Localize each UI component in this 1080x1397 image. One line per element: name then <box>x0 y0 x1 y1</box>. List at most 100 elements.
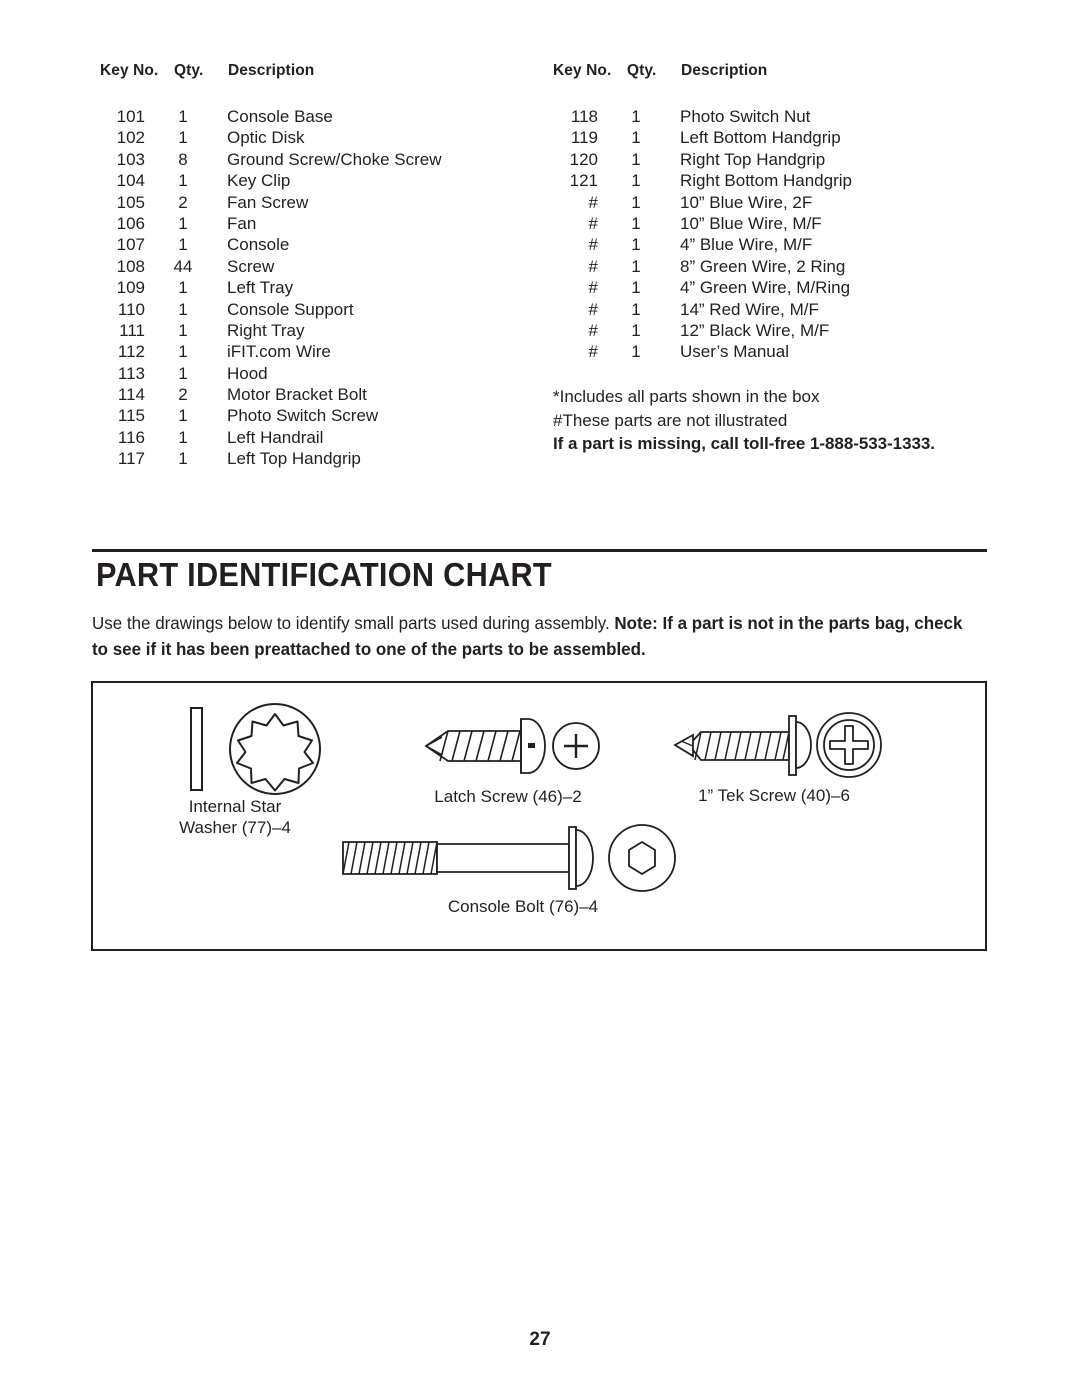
cell-qty: 1 <box>178 128 188 148</box>
page-title: PART IDENTIFICATION CHART <box>96 556 552 593</box>
cell-qty: 1 <box>631 128 641 148</box>
cell-description: Left Handrail <box>227 427 324 447</box>
cell-key-no: 119 <box>570 128 598 148</box>
cell-key-no: 115 <box>117 406 145 426</box>
cell-description: Right Tray <box>227 320 305 340</box>
cell-qty: 1 <box>631 342 641 362</box>
cell-qty: 2 <box>178 385 188 405</box>
section-title-rule <box>92 549 987 552</box>
part-identification-chart-box: Internal Star Washer (77)–4 Latch Screw … <box>91 681 987 951</box>
cell-key-no: 110 <box>117 299 145 319</box>
console-bolt-caption: Console Bolt (76)–4 <box>383 896 663 917</box>
note-missing-part-phone: If a part is missing, call toll-free 1-8… <box>553 434 935 454</box>
cell-qty: 1 <box>178 342 188 362</box>
note-not-illustrated: #These parts are not illustrated <box>553 410 788 430</box>
latch-screw-figure <box>418 711 613 786</box>
cell-qty: 1 <box>631 256 641 276</box>
cell-qty: 1 <box>178 299 188 319</box>
internal-star-washer-caption: Internal Star Washer (77)–4 <box>105 796 365 838</box>
cell-qty: 8 <box>178 149 188 169</box>
cell-key-no: 114 <box>117 385 145 405</box>
cell-key-no: # <box>588 235 598 255</box>
cell-key-no: 121 <box>569 171 598 191</box>
cell-qty: 1 <box>631 278 641 298</box>
cell-key-no: 103 <box>116 149 145 169</box>
cell-description: Photo Switch Screw <box>227 406 379 426</box>
cell-key-no: 116 <box>117 427 145 447</box>
cell-key-no: 117 <box>117 449 145 469</box>
cell-key-no: 113 <box>117 363 145 383</box>
cell-description: Left Bottom Handgrip <box>680 128 841 148</box>
cell-description: 4” Green Wire, M/Ring <box>680 278 851 298</box>
cell-qty: 1 <box>178 107 188 126</box>
note-includes-all-parts: *Includes all parts shown in the box <box>553 387 820 406</box>
column-header-qty-right: Qty. <box>627 62 657 79</box>
caption-line-1: 1” Tek Screw (40)–6 <box>698 786 850 805</box>
cell-description: Right Bottom Handgrip <box>680 171 852 191</box>
cell-qty: 44 <box>173 256 193 276</box>
section-intro-text: Use the drawings below to identify small… <box>92 610 965 662</box>
cell-key-no: 105 <box>116 192 145 212</box>
cell-description: Ground Screw/Choke Screw <box>227 149 442 169</box>
cell-key-no: 120 <box>569 149 598 169</box>
tek-screw-caption: 1” Tek Screw (40)–6 <box>649 785 899 806</box>
cell-description: User’s Manual <box>680 342 789 362</box>
column-header-qty: Qty. <box>174 62 204 79</box>
console-bolt-figure <box>337 823 707 898</box>
cell-qty: 1 <box>178 278 188 298</box>
cell-key-no: 101 <box>116 107 145 126</box>
cell-key-no: 102 <box>116 128 145 148</box>
caption-line-1: Console Bolt (76)–4 <box>447 897 599 916</box>
cell-description: Left Top Handgrip <box>227 449 361 469</box>
cell-description: 12” Black Wire, M/F <box>680 320 830 340</box>
cell-key-no: # <box>588 278 598 298</box>
cell-qty: 1 <box>178 171 188 191</box>
cell-description: Left Tray <box>227 278 294 298</box>
cell-key-no: 118 <box>570 107 598 126</box>
cell-key-no: # <box>588 213 598 233</box>
cell-description: Fan Screw <box>227 192 309 212</box>
cell-qty: 1 <box>178 449 188 469</box>
cell-description: Hood <box>227 363 268 383</box>
cell-qty: 2 <box>178 192 188 212</box>
column-header-key-no: Key No. <box>100 62 159 79</box>
cell-description: Key Clip <box>227 171 291 191</box>
cell-description: Photo Switch Nut <box>680 107 811 126</box>
intro-plain-text: Use the drawings below to identify small… <box>92 613 615 633</box>
cell-qty: 1 <box>178 213 188 233</box>
cell-qty: 1 <box>631 213 641 233</box>
cell-description: 4” Blue Wire, M/F <box>680 235 813 255</box>
cell-key-no: # <box>588 192 598 212</box>
caption-line-1: Latch Screw (46)–2 <box>434 787 582 806</box>
cell-description: Console <box>227 235 290 255</box>
cell-description: Console Base <box>227 107 333 126</box>
cell-description: Right Top Handgrip <box>680 149 826 169</box>
caption-line-1: Internal Star <box>188 797 282 816</box>
cell-description: 8” Green Wire, 2 Ring <box>680 256 846 276</box>
cell-key-no: 107 <box>116 235 145 255</box>
cell-description: Motor Bracket Bolt <box>227 385 367 405</box>
cell-description: iFIT.com Wire <box>227 342 331 362</box>
cell-key-no: 112 <box>117 342 145 362</box>
cell-key-no: 109 <box>116 278 145 298</box>
cell-key-no: # <box>588 320 598 340</box>
tek-screw-figure <box>671 708 886 788</box>
cell-qty: 1 <box>631 171 641 191</box>
cell-description: 10” Blue Wire, M/F <box>680 213 822 233</box>
cell-qty: 1 <box>631 299 641 319</box>
cell-key-no: # <box>588 342 598 362</box>
cell-key-no: 106 <box>116 213 145 233</box>
cell-description: 14” Red Wire, M/F <box>680 299 819 319</box>
latch-screw-caption: Latch Screw (46)–2 <box>393 786 623 807</box>
page-number: 27 <box>529 1329 551 1350</box>
cell-qty: 1 <box>178 320 188 340</box>
cell-qty: 1 <box>631 192 641 212</box>
parts-list-notes: *Includes all parts shown in the box #Th… <box>553 385 935 456</box>
column-header-key-no-right: Key No. <box>553 62 612 79</box>
cell-qty: 1 <box>178 406 188 426</box>
cell-key-no: 108 <box>116 256 145 276</box>
cell-qty: 1 <box>631 235 641 255</box>
cell-key-no: 111 <box>119 320 145 340</box>
parts-list-table: Key No. Qty. Description 101 1 Console Bas… <box>0 0 1080 500</box>
cell-description: Console Support <box>227 299 354 319</box>
